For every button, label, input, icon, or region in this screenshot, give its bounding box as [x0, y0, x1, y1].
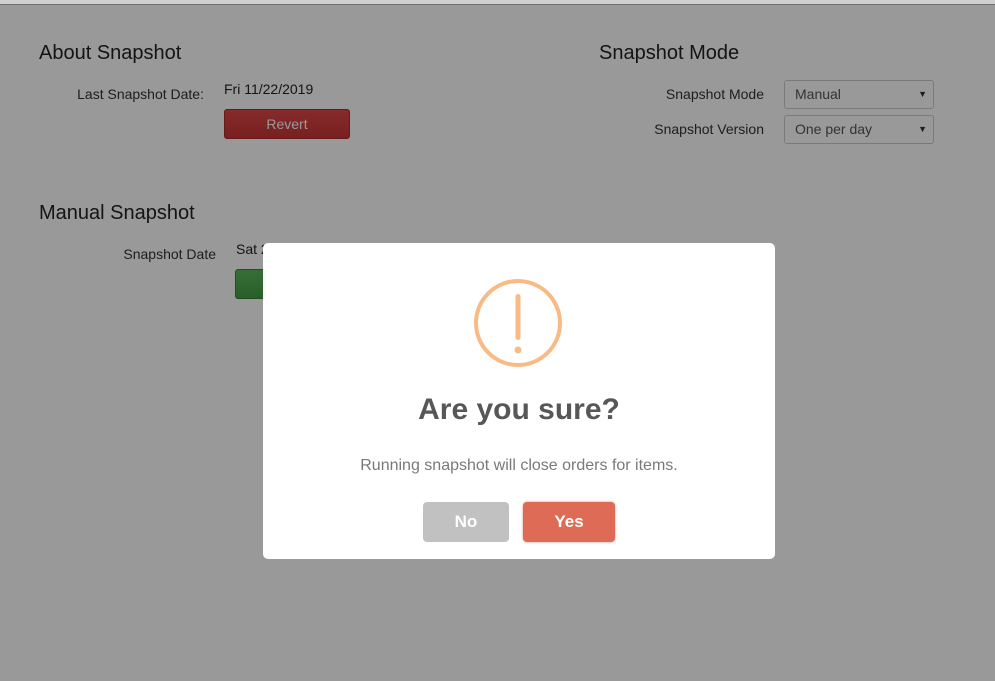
confirm-dialog: Are you sure? Running snapshot will clos… — [263, 243, 775, 559]
yes-button[interactable]: Yes — [523, 502, 615, 542]
dialog-title: Are you sure? — [418, 393, 620, 426]
warning-exclamation-icon — [474, 279, 562, 367]
snapshot-page: About Snapshot Last Snapshot Date: Fri 1… — [0, 0, 995, 681]
no-button[interactable]: No — [423, 502, 509, 542]
dialog-message: Running snapshot will close orders for i… — [360, 457, 678, 474]
